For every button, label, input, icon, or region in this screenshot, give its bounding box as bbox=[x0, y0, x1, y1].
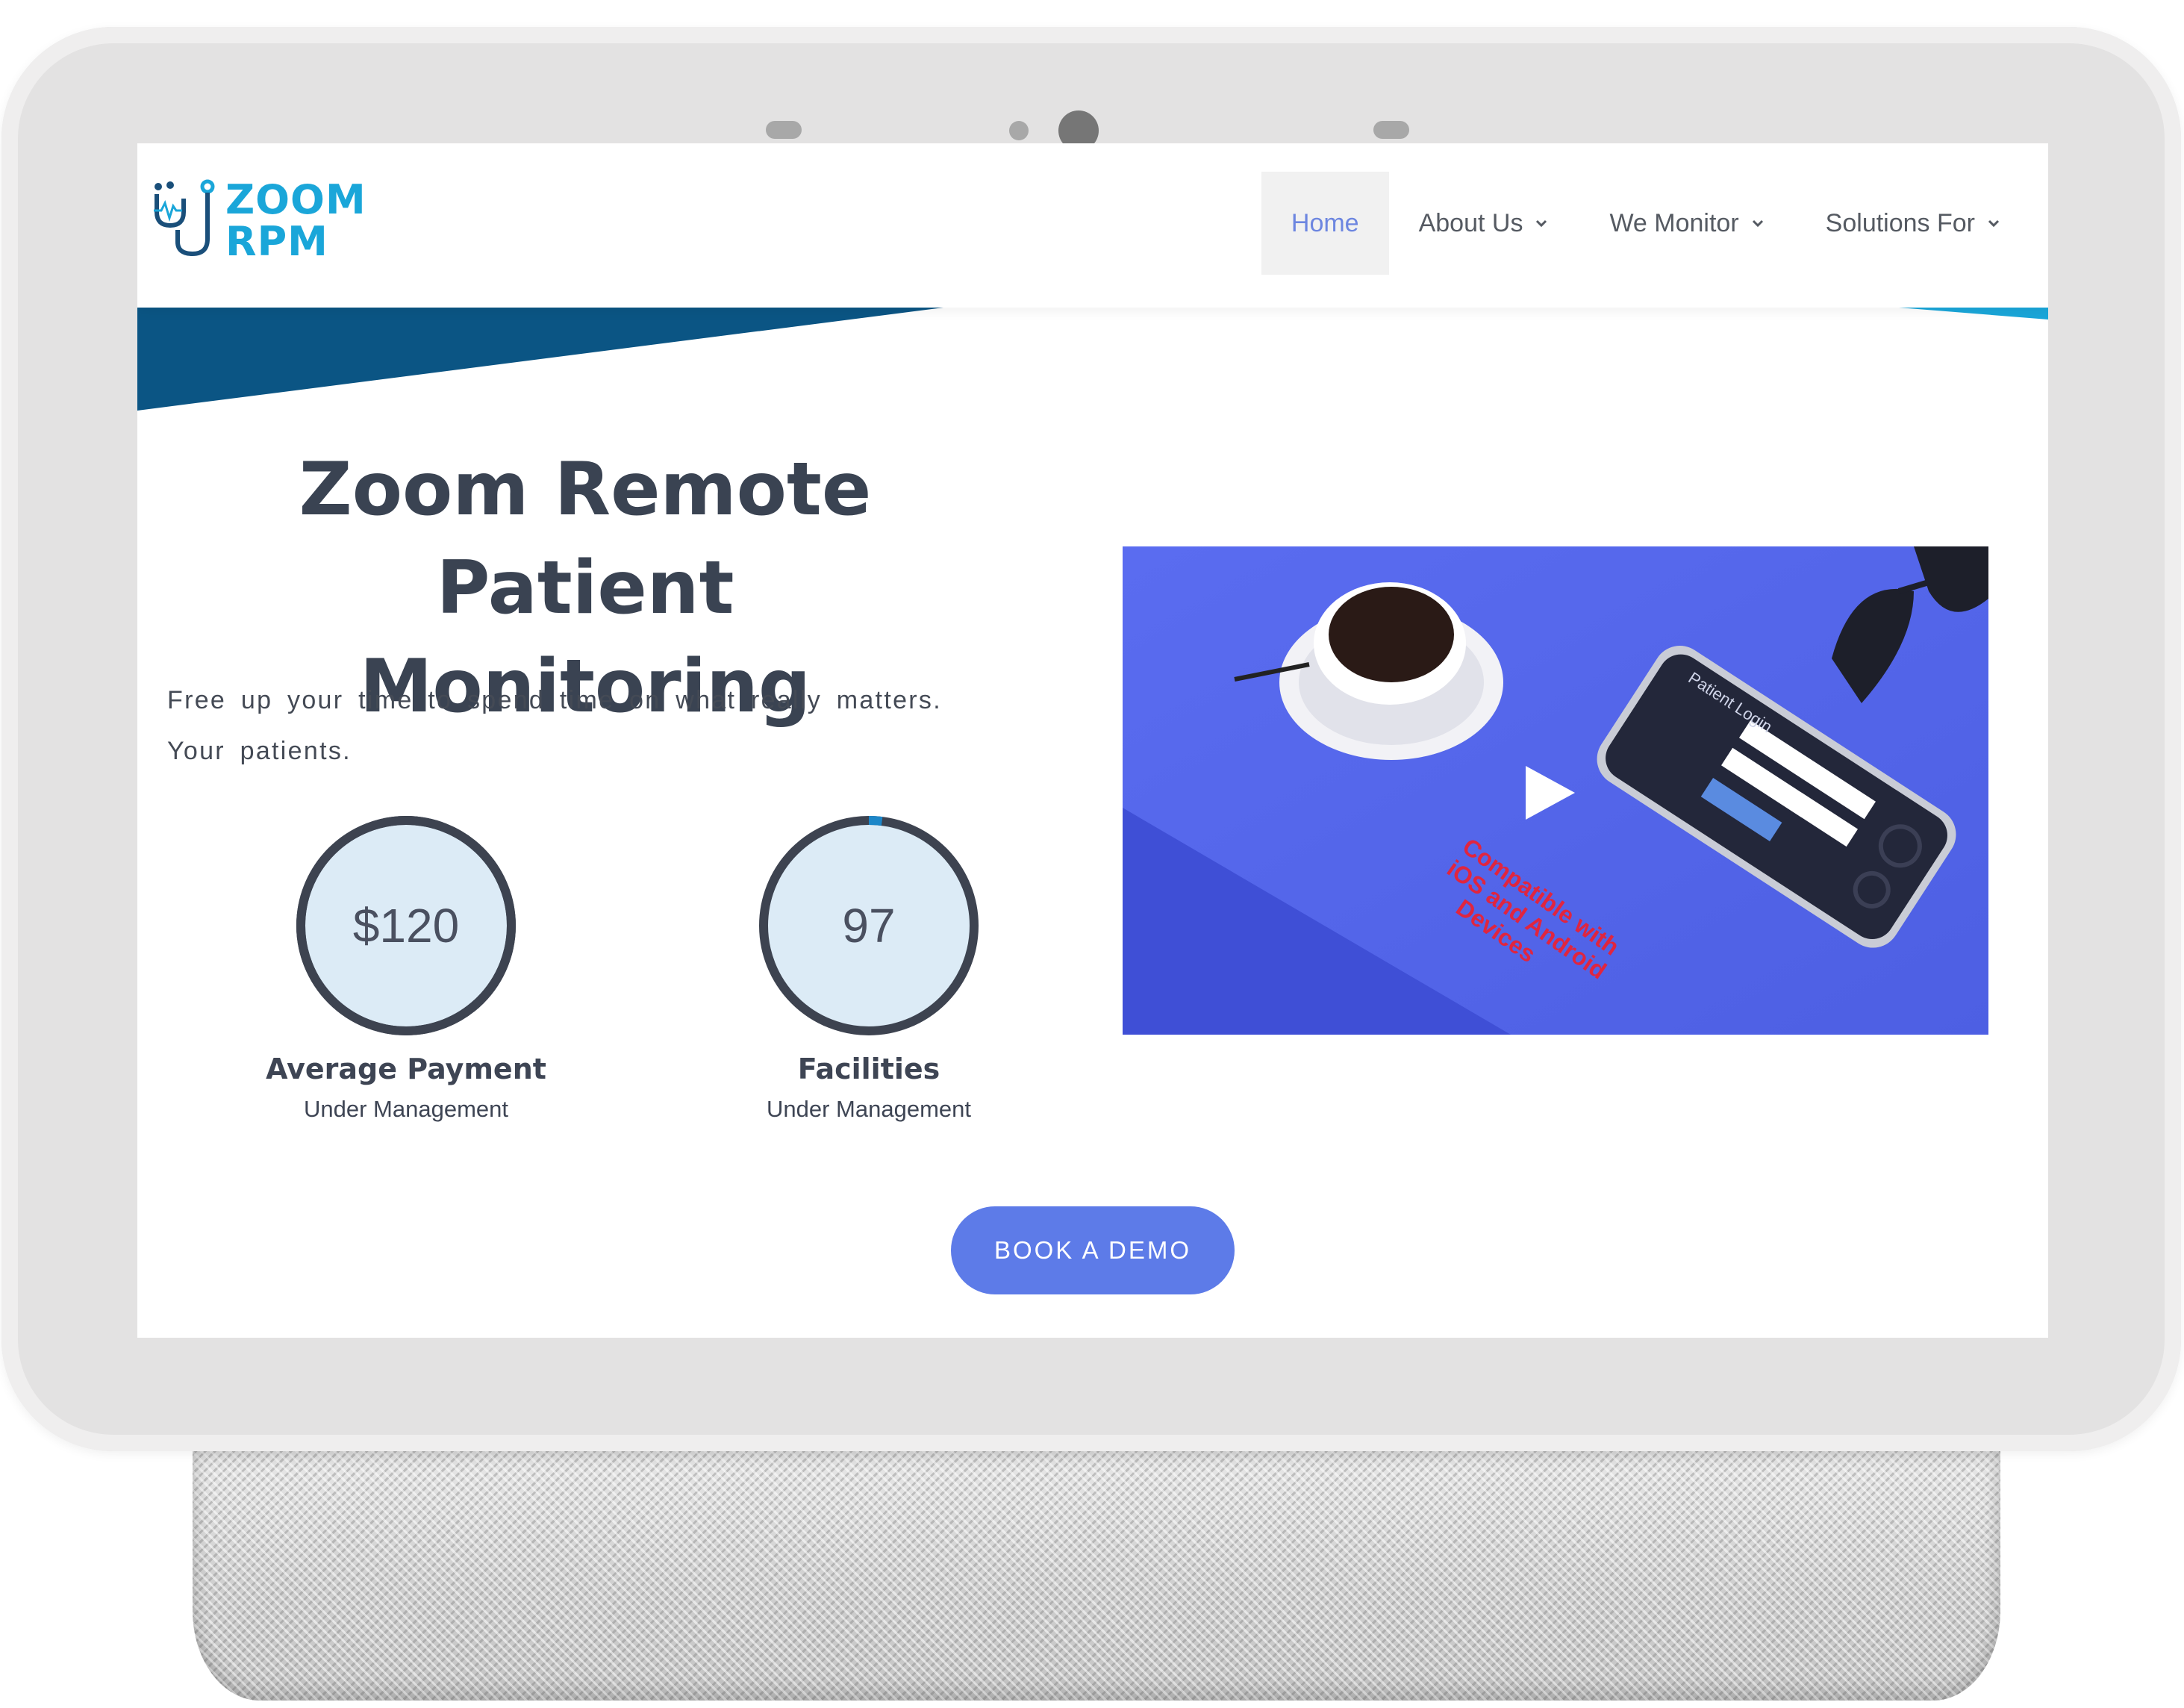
book-demo-button[interactable]: BOOK A DEMO bbox=[951, 1206, 1235, 1294]
nav-item-label: About Us bbox=[1418, 208, 1523, 237]
stat-sublabel: Under Management bbox=[767, 1096, 971, 1122]
nav-item-label: Home bbox=[1291, 208, 1359, 237]
microphone-right bbox=[1373, 121, 1409, 139]
device-screen: ZOOM RPM Home About Us We Monitor Soluti… bbox=[137, 143, 2048, 1338]
product-video[interactable]: Patient Login Compatible with iOS and An… bbox=[1123, 546, 1988, 1035]
stethoscope-icon bbox=[154, 179, 215, 257]
hero-title-line1: Zoom Remote Patient bbox=[299, 447, 872, 631]
site-header: ZOOM RPM Home About Us We Monitor Soluti… bbox=[137, 143, 2048, 308]
logo[interactable]: ZOOM RPM bbox=[151, 179, 375, 263]
stat-average-payment: $120 Average Payment Under Management bbox=[249, 814, 563, 1123]
chevron-down-icon bbox=[1752, 219, 1763, 228]
stage: ZOOM RPM Home About Us We Monitor Soluti… bbox=[0, 0, 2184, 1708]
nav-item-we-monitor[interactable]: We Monitor bbox=[1579, 172, 1795, 275]
logo-word-zoom: ZOOM bbox=[225, 176, 366, 223]
stat-label: Average Payment bbox=[266, 1053, 546, 1085]
stat-label: Facilities bbox=[797, 1053, 940, 1085]
stat-facilities: 97 Facilities Under Management bbox=[712, 814, 1026, 1123]
chevron-down-icon bbox=[1536, 219, 1547, 228]
hero-subtitle: Free up your time to spend time on what … bbox=[167, 686, 942, 765]
logo-text: ZOOM RPM bbox=[225, 179, 366, 263]
nav-item-solutions-for[interactable]: Solutions For bbox=[1796, 172, 2032, 275]
stat-ring: 97 bbox=[757, 814, 981, 1038]
main-nav: Home About Us We Monitor Solutions For bbox=[1261, 172, 2032, 275]
stat-ring: $120 bbox=[294, 814, 518, 1038]
nav-item-about-us[interactable]: About Us bbox=[1389, 172, 1580, 275]
light-sensor bbox=[1009, 121, 1029, 140]
speaker-base bbox=[193, 1448, 2000, 1701]
stat-value: 97 bbox=[842, 899, 896, 953]
chevron-down-icon bbox=[1988, 219, 2000, 228]
stat-sublabel: Under Management bbox=[304, 1096, 508, 1122]
microphone-left bbox=[766, 121, 802, 139]
nav-item-home[interactable]: Home bbox=[1261, 172, 1389, 275]
stat-value: $120 bbox=[352, 899, 460, 953]
logo-word-rpm: RPM bbox=[225, 218, 328, 265]
decorative-angle-band bbox=[137, 308, 2048, 411]
nav-item-label: We Monitor bbox=[1609, 208, 1739, 237]
nav-item-label: Solutions For bbox=[1825, 208, 1975, 237]
play-icon[interactable] bbox=[1518, 763, 1578, 823]
